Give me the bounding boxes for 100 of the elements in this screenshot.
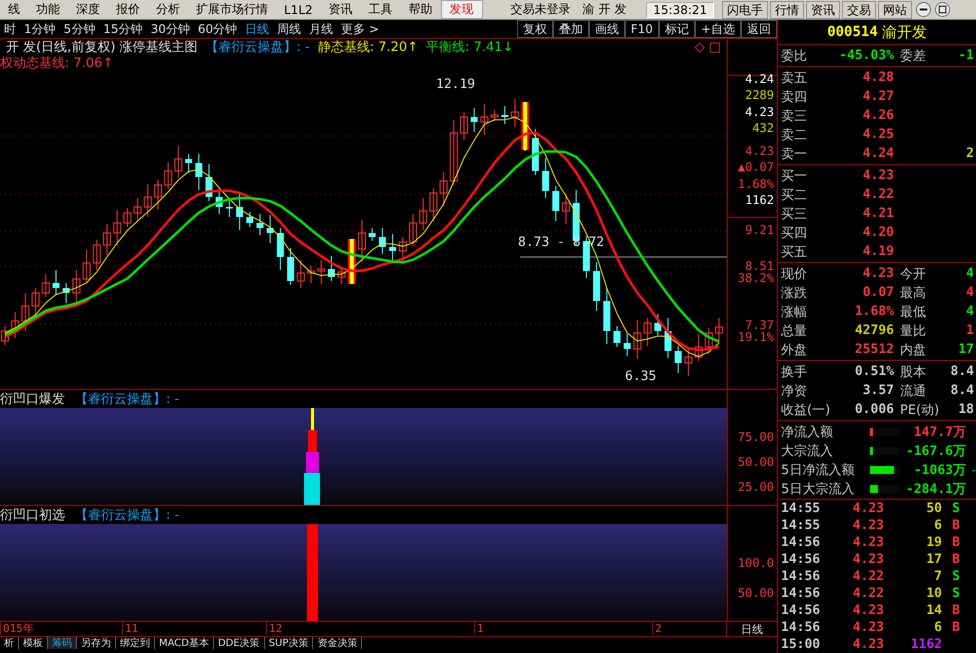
field-value: 4 [965,304,975,319]
tick-price: 4.23 [852,637,884,652]
chart-tool-button[interactable]: 标记 [658,20,695,38]
field-label: PE(动) [899,402,940,418]
tick-price: 4.22 [852,586,884,601]
field-value: 1 [965,323,975,338]
field-label: 最低 [899,304,927,320]
period-label: 日线 [726,622,777,636]
menu-item[interactable]: 报价 [108,0,148,19]
tick-volume: 6 [933,620,942,635]
field-value: 0.07 [862,285,894,300]
field-value: 4.28 [862,70,894,85]
tick-side: B [951,603,961,618]
flow-label: 5日净流入额 [780,462,856,478]
field-label: 外盘 [780,342,808,358]
menu-item[interactable]: 线 [0,0,28,19]
chart-tool-button[interactable]: 叠加 [552,20,589,38]
quote-value: ▲0.07 [738,160,774,174]
field-value: 4.27 [862,89,894,104]
field-value: 4.21 [862,206,894,221]
field-value: 4.19 [862,244,894,259]
field-label: 涨幅 [780,304,808,320]
period-tab[interactable]: 日线 [241,20,274,38]
period-tab[interactable]: 更多 > [337,20,383,38]
field-value: 2 [965,146,975,161]
formula-name: 【睿衍云操盘】: - [75,507,180,524]
indicator-tab[interactable]: 筹码 [48,637,77,649]
flow-value: -167.6万 [905,442,966,460]
toolbar-button[interactable]: 网站 [878,0,912,18]
quote-value: 2289 [745,88,774,102]
field-value: 4 [965,285,975,300]
field-label: 流通 [899,382,927,400]
period-tab[interactable]: 30分钟 [146,20,194,38]
tick-side: S [951,569,961,584]
period-tab[interactable]: 60分钟 [194,20,242,38]
field-label: 量比 [899,322,927,340]
flow-label: 大宗流入 [780,442,834,460]
tick-time: 14:56 [780,603,822,618]
toolbar-button[interactable]: 交易 [842,0,876,18]
chart-tool-button[interactable]: 返回 [741,20,777,38]
field-label: 现价 [780,266,808,282]
flow-label: 净流入额 [780,424,834,440]
tick-time: 15:00 [780,637,822,652]
tick-time: 14:56 [780,569,822,584]
period-tab[interactable]: 1分钟 [20,20,60,38]
field-value: 4.25 [862,127,894,142]
field-value: 4.20 [862,225,894,240]
tick-volume: 7 [933,569,942,584]
menu-item[interactable]: 发现 [440,0,483,19]
menu-item[interactable]: 资讯 [320,0,361,19]
chart-tool-button[interactable]: +自选 [694,20,741,38]
period-tab[interactable]: 5分钟 [60,20,100,38]
quote-value: 4.23 [745,105,774,119]
menu-item[interactable]: 帮助 [400,0,441,19]
field-label: 总量 [780,322,808,340]
field-label: 卖五 [780,70,808,86]
toolbar-button[interactable]: 闪电手 [722,0,768,18]
field-value: 3.57 [862,383,894,398]
price-annotation: 6.35 [625,369,656,384]
chart-tool-button[interactable]: F10 [624,20,659,38]
menu-item[interactable]: 分析 [148,0,188,19]
tick-volume: 6 [933,518,942,533]
chart-tool-button[interactable]: 画线 [588,20,625,38]
field-label: 卖二 [780,126,808,144]
menu-item[interactable]: 功能 [28,0,68,19]
field-label: 买三 [780,206,808,222]
date-label: 2 [652,622,662,635]
period-tab[interactable]: 周线 [273,20,306,38]
chart-tool-button[interactable]: 复权 [516,20,553,38]
menu-item[interactable]: 深度 [68,0,108,19]
field-value: 0.006 [854,402,894,417]
field-value: 4.22 [862,187,894,202]
menu-item[interactable]: 扩展市场行情 [188,0,276,19]
field-label: 最高 [899,284,927,302]
tick-volume: 14 [925,603,942,618]
toolbar-button[interactable]: 行情 [770,0,804,18]
flow-label: 5日大宗流入 [780,480,856,498]
field-value: 42796 [854,323,894,338]
quote-value: 1.68% [738,177,774,191]
tick-volume: 19 [925,535,942,550]
menu-item[interactable]: 工具 [360,0,401,19]
maximize-icon[interactable] [935,2,950,17]
field-label: 今开 [899,266,927,282]
chart-title: 开 发(日线,前复权) 涨停基线主图 [6,39,198,56]
minimize-icon[interactable] [916,2,932,17]
formula-name: 【睿衍云操盘】: - [75,391,180,408]
field-label: 买四 [780,224,808,242]
tick-side: B [951,518,961,533]
field-label: 卖三 [780,108,808,124]
menu-item[interactable]: L1L2 [276,0,321,19]
field-value: 4.23 [862,266,894,281]
quote-value: 4.23 [745,144,774,158]
period-tab[interactable]: 15分钟 [99,20,147,38]
period-tab[interactable]: 时 [0,20,20,38]
tick-volume: 1162 [910,637,942,652]
field-label: 内盘 [899,342,927,358]
axis-label: 7.37 [745,318,774,332]
quote-value: 4.24 [745,72,774,86]
toolbar-button[interactable]: 资讯 [806,0,840,18]
period-tab[interactable]: 月线 [305,20,338,38]
